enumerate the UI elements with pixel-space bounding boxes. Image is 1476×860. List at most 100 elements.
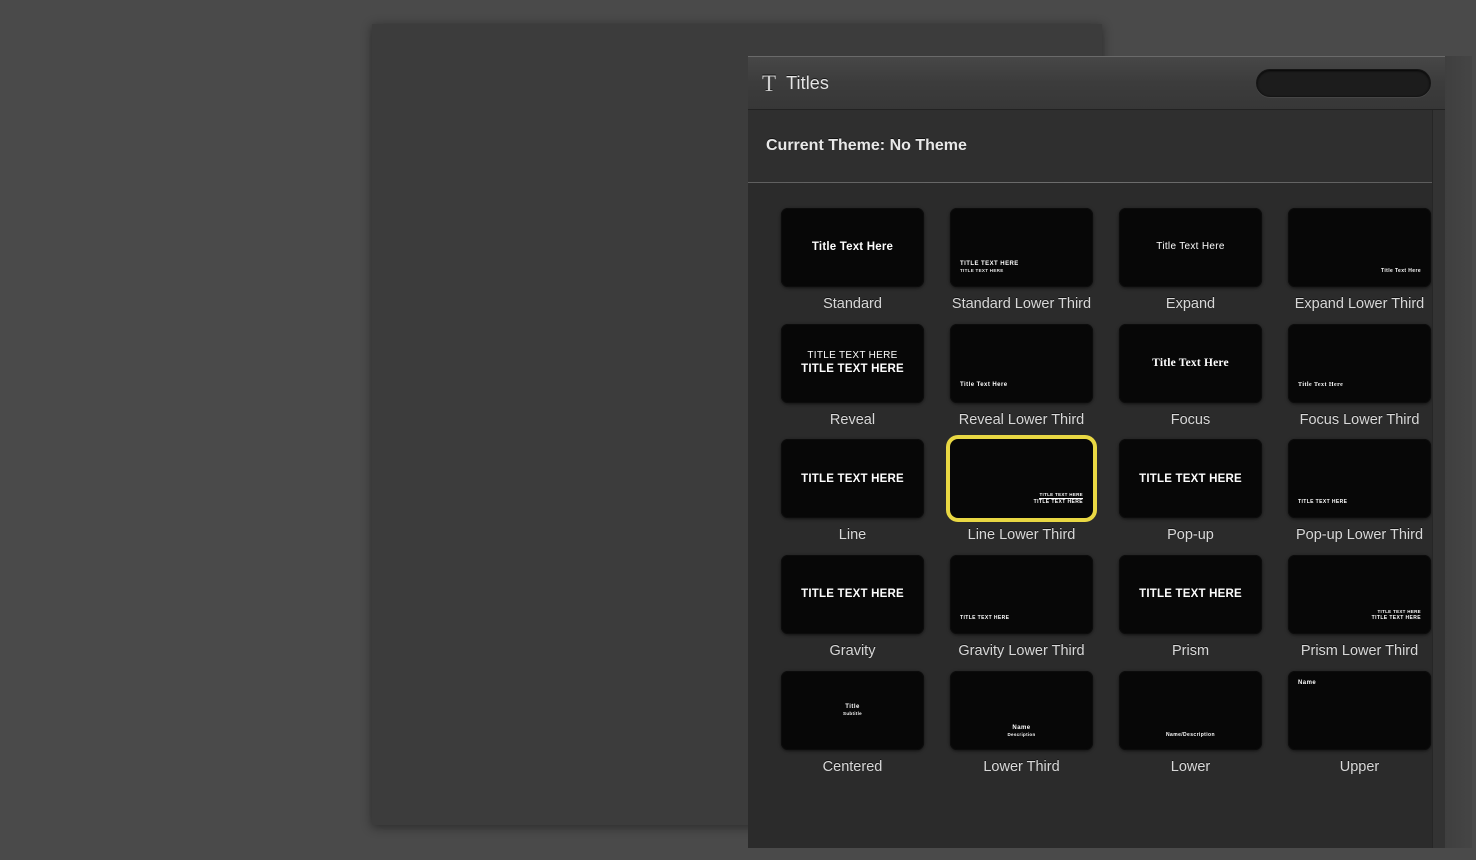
effect-preview-text: Subtitle: [843, 711, 862, 717]
search-input[interactable]: [1267, 70, 1438, 96]
effect-item[interactable]: TITLE TEXT HERE Line: [768, 439, 937, 555]
effect-thumbnail[interactable]: Title Text Here: [1288, 323, 1431, 403]
effect-item[interactable]: Title Text Here Focus: [1106, 323, 1275, 440]
effect-label: Centered: [822, 758, 883, 775]
effect-preview: Name/Description: [1119, 671, 1262, 750]
effect-preview-text: TITLE TEXT HERE: [1039, 492, 1083, 500]
search-field[interactable]: [1256, 69, 1438, 97]
effect-thumbnail[interactable]: Title Text Here: [950, 323, 1093, 403]
effect-item[interactable]: Name/Description Lower: [1106, 670, 1275, 787]
effect-preview-text: TITLE TEXT HERE: [1371, 614, 1421, 621]
titles-type-icon: T: [762, 70, 777, 96]
effect-preview-text: Title Text Here: [1156, 241, 1225, 253]
effect-thumbnail[interactable]: TITLE TEXT HERE: [950, 555, 1093, 635]
effect-preview: TITLE TEXT HERE: [1119, 439, 1262, 518]
effect-label: Focus: [1170, 411, 1211, 428]
effect-label: Expand: [1165, 296, 1216, 312]
effect-thumbnail[interactable]: Name/Description: [1119, 670, 1262, 750]
effect-thumbnail[interactable]: Title Text Here: [781, 208, 924, 287]
effect-label: Lower: [1170, 758, 1211, 775]
effect-item[interactable]: TITLE TEXT HERE TITLE TEXT HERE Standard L…: [937, 208, 1106, 324]
effect-preview: Title Text Here: [1119, 324, 1262, 403]
effect-thumbnail[interactable]: Title Text Here: [1119, 323, 1262, 403]
effect-item[interactable]: Name Upper: [1275, 670, 1444, 787]
effect-preview-text: Name/Description: [1166, 731, 1215, 738]
effect-label: Line: [838, 527, 867, 544]
effect-thumbnail[interactable]: TITLE TEXT HERE TITLE TEXT HERE: [1288, 555, 1431, 635]
effect-label: Pop-up Lower Third: [1295, 527, 1424, 544]
titles-browser-panel: T Titles Current Theme: No Theme Title T…: [748, 56, 1445, 848]
effect-preview: Title Text Here: [1288, 208, 1431, 287]
effect-item[interactable]: Title Text Here Expand: [1106, 208, 1275, 324]
effect-item[interactable]: Title Text Here Reveal Lower Third: [937, 323, 1106, 440]
effect-thumbnail[interactable]: Title Subtitle: [781, 670, 924, 750]
effect-thumbnail[interactable]: TITLE TEXT HERE TITLE TEXT HERE: [950, 439, 1093, 519]
effect-preview: TITLE TEXT HERE: [950, 555, 1093, 634]
effect-preview-text: Title Text Here: [1298, 382, 1344, 389]
effect-preview: TITLE TEXT HERE TITLE TEXT HERE: [1288, 555, 1431, 634]
effect-thumbnail[interactable]: Title Text Here: [1119, 208, 1262, 287]
browser-header: T Titles: [748, 57, 1445, 110]
current-theme-row: Current Theme: No Theme: [748, 110, 1445, 182]
effect-label: Prism: [1171, 643, 1210, 660]
effect-preview-text: Title Text Here: [811, 241, 894, 254]
effect-preview-text: Title Text Here: [1381, 267, 1421, 274]
effect-item[interactable]: Title Text Here Standard: [768, 208, 937, 324]
current-theme-label: Current Theme: No Theme: [766, 137, 967, 154]
effect-preview-text: TITLE TEXT HERE: [1139, 472, 1242, 485]
effects-scroll-area[interactable]: Title Text Here Standard TITLE TEXT HERE TI…: [748, 183, 1445, 848]
effect-thumbnail[interactable]: TITLE TEXT HERE: [1119, 439, 1262, 519]
effect-preview: TITLE TEXT HERE: [781, 555, 924, 634]
effect-preview-text: Description: [1007, 732, 1036, 738]
effect-label: Gravity: [829, 643, 876, 660]
application-window-frame: T Titles Current Theme: No Theme Title T…: [372, 24, 1472, 848]
effect-label: Pop-up: [1167, 527, 1214, 544]
effect-item[interactable]: Title Text Here Focus Lower Third: [1275, 323, 1444, 440]
effect-label: Reveal Lower Third: [958, 411, 1085, 428]
effect-preview-text: TITLE TEXT HERE: [1298, 499, 1348, 506]
effect-preview: Title Text Here: [1288, 324, 1431, 403]
effect-label: Upper: [1339, 758, 1380, 775]
effect-thumbnail[interactable]: Title Text Here: [1288, 208, 1431, 287]
effect-preview: Name Description: [950, 671, 1093, 750]
effect-label: Reveal: [829, 411, 876, 428]
effect-thumbnail[interactable]: Name: [1288, 670, 1431, 750]
effect-preview-text: TITLE TEXT HERE: [960, 268, 1004, 274]
effect-item[interactable]: TITLE TEXT HERE Prism: [1106, 555, 1275, 671]
effect-thumbnail[interactable]: TITLE TEXT HERE: [781, 439, 924, 519]
effect-item[interactable]: TITLE TEXT HERE TITLE TEXT HERE Prism Lowe…: [1275, 555, 1444, 671]
effect-preview-text: TITLE TEXT HERE: [807, 349, 898, 361]
effect-preview-text: Name: [1298, 679, 1317, 686]
effect-item[interactable]: TITLE TEXT HERE Pop-up Lower Third: [1275, 439, 1444, 555]
effect-preview: Title Text Here: [1119, 208, 1262, 287]
effect-preview: TITLE TEXT HERE: [781, 439, 924, 518]
effect-preview-text: TITLE TEXT HERE: [960, 260, 1019, 267]
effect-preview-text: TITLE TEXT HERE: [801, 472, 904, 485]
effect-thumbnail[interactable]: TITLE TEXT HERE TITLE TEXT HERE: [950, 208, 1093, 287]
scrollbar-gutter[interactable]: [1432, 110, 1445, 848]
effect-item[interactable]: Title Text Here Expand Lower Third: [1275, 208, 1444, 324]
effect-preview-text: TITLE TEXT HERE: [1033, 499, 1083, 506]
effect-thumbnail[interactable]: Name Description: [950, 670, 1093, 750]
effect-item[interactable]: TITLE TEXT HERE TITLE TEXT HERE Reveal: [768, 323, 937, 440]
effect-item[interactable]: TITLE TEXT HERE Gravity: [768, 555, 937, 671]
effect-item[interactable]: TITLE TEXT HERE TITLE TEXT HERE Line Lower…: [937, 439, 1106, 555]
effect-preview: TITLE TEXT HERE: [1119, 555, 1262, 634]
effect-label: Gravity Lower Third: [958, 643, 1085, 660]
effect-label: Line Lower Third: [967, 527, 1076, 544]
effect-thumbnail[interactable]: TITLE TEXT HERE: [1119, 555, 1262, 635]
effect-item[interactable]: Name Description Lower Third: [937, 670, 1106, 787]
effect-preview: TITLE TEXT HERE TITLE TEXT HERE: [950, 208, 1093, 287]
effect-item[interactable]: TITLE TEXT HERE Gravity Lower Third: [937, 555, 1106, 671]
effect-preview: Title Text Here: [950, 324, 1093, 403]
effect-label: Lower Third: [983, 758, 1060, 775]
effect-thumbnail[interactable]: TITLE TEXT HERE TITLE TEXT HERE: [781, 323, 924, 403]
effect-label: Standard Lower Third: [951, 296, 1092, 312]
effect-item[interactable]: Title Subtitle Centered: [768, 670, 937, 787]
effect-thumbnail[interactable]: TITLE TEXT HERE: [781, 555, 924, 635]
effects-grid: Title Text Here Standard TITLE TEXT HERE TI…: [748, 183, 1445, 786]
effect-thumbnail[interactable]: TITLE TEXT HERE: [1288, 439, 1431, 519]
effect-preview: Title Subtitle: [781, 671, 924, 750]
effect-preview-text: TITLE TEXT HERE: [801, 588, 904, 601]
effect-item[interactable]: TITLE TEXT HERE Pop-up: [1106, 439, 1275, 555]
